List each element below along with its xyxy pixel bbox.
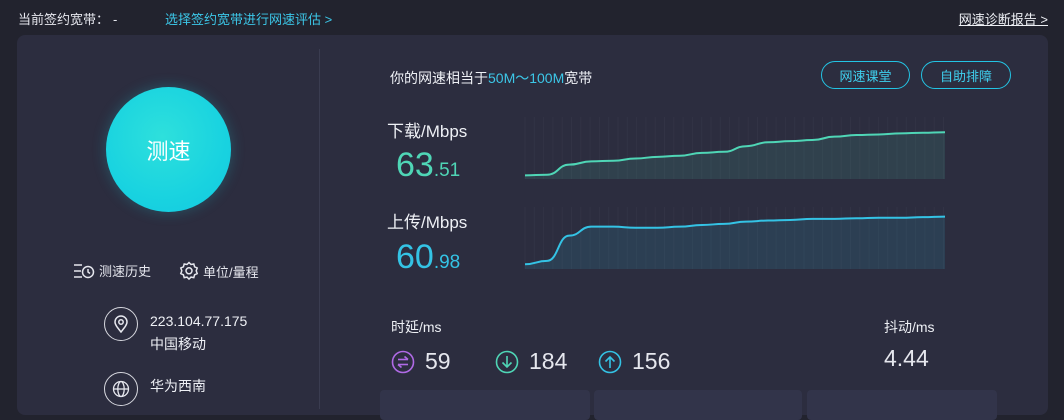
latency-download-value: 184 (529, 348, 568, 374)
download-label: 下载/Mbps (387, 122, 468, 141)
contract-bandwidth: 当前签约宽带： - (18, 9, 117, 28)
evaluate-link[interactable]: 选择签约宽带进行网速评估 > (165, 9, 332, 28)
upload-label: 上传/Mbps (387, 213, 468, 232)
download-speed-chart (524, 131, 946, 179)
ip-address: 223.104.77.175 (150, 313, 248, 329)
ip-info-text: 223.104.77.175 中国移动 (150, 310, 247, 356)
diagnosis-report-link[interactable]: 网速诊断报告 > (959, 9, 1048, 28)
upload-curve-area (525, 216, 945, 269)
gear-icon (179, 261, 199, 281)
speedtest-panel: 测速 测速历史 单位/量程 223.104.77.175 中国移动 华为西南 你… (17, 35, 1048, 420)
contract-bandwidth-label: 当前签约宽带： (18, 12, 110, 27)
exchange-arrows-icon (391, 350, 415, 373)
ip-info: 223.104.77.175 中国移动 (104, 307, 247, 356)
upload-speed: 60.98 (396, 240, 460, 280)
detail-tile (594, 390, 802, 420)
isp-name: 中国移动 (150, 336, 206, 352)
history-label: 测速历史 (99, 264, 152, 279)
download-speed: 63.51 (396, 148, 460, 188)
location-pin-icon (104, 307, 138, 341)
server-name: 华为西南 (150, 378, 206, 394)
server-info: 华为西南 (104, 372, 206, 406)
upload-speed-chart (524, 215, 946, 269)
units-label: 单位/量程 (203, 264, 259, 280)
speed-summary-prefix: 你的网速相当于 (390, 70, 488, 86)
start-speedtest-button[interactable]: 测速 (106, 87, 231, 212)
latency-upload-value: 156 (632, 348, 671, 374)
download-curve-area (525, 132, 945, 179)
download-speed-int: 63 (396, 146, 434, 184)
contract-bandwidth-value: - (113, 12, 118, 27)
latency-idle: 59 (391, 348, 451, 375)
speedtest-history-button[interactable]: 测速历史 (73, 261, 151, 280)
latency-download: 184 (495, 348, 567, 375)
speed-summary: 你的网速相当于50M～100M宽带 (390, 68, 592, 88)
arrow-down-icon (495, 350, 519, 373)
globe-icon (104, 372, 138, 406)
upload-speed-dec: .98 (433, 252, 461, 273)
self-troubleshoot-button[interactable]: 自助排障 (921, 61, 1011, 89)
speed-summary-suffix: 宽带 (564, 70, 593, 86)
jitter-value: 4.44 (884, 345, 929, 371)
units-range-button[interactable]: 单位/量程 (179, 261, 259, 281)
arrow-up-icon (598, 350, 622, 373)
latency-upload: 156 (598, 348, 670, 375)
top-bar: 当前签约宽带： - 选择签约宽带进行网速评估 > 网速诊断报告 > (0, 0, 1064, 34)
panel-divider (319, 49, 320, 409)
detail-tile (807, 390, 997, 420)
jitter-label: 抖动/ms (884, 319, 935, 335)
speed-course-button[interactable]: 网速课堂 (821, 61, 910, 89)
history-list-icon (74, 263, 95, 278)
latency-idle-value: 59 (425, 348, 451, 374)
upload-speed-int: 60 (396, 238, 434, 276)
speed-summary-range: 50M～100M (488, 70, 565, 86)
latency-label: 时延/ms (391, 319, 442, 335)
speedtest-button-label: 测速 (146, 138, 191, 164)
download-speed-dec: .51 (433, 160, 461, 181)
detail-tile (380, 390, 590, 420)
